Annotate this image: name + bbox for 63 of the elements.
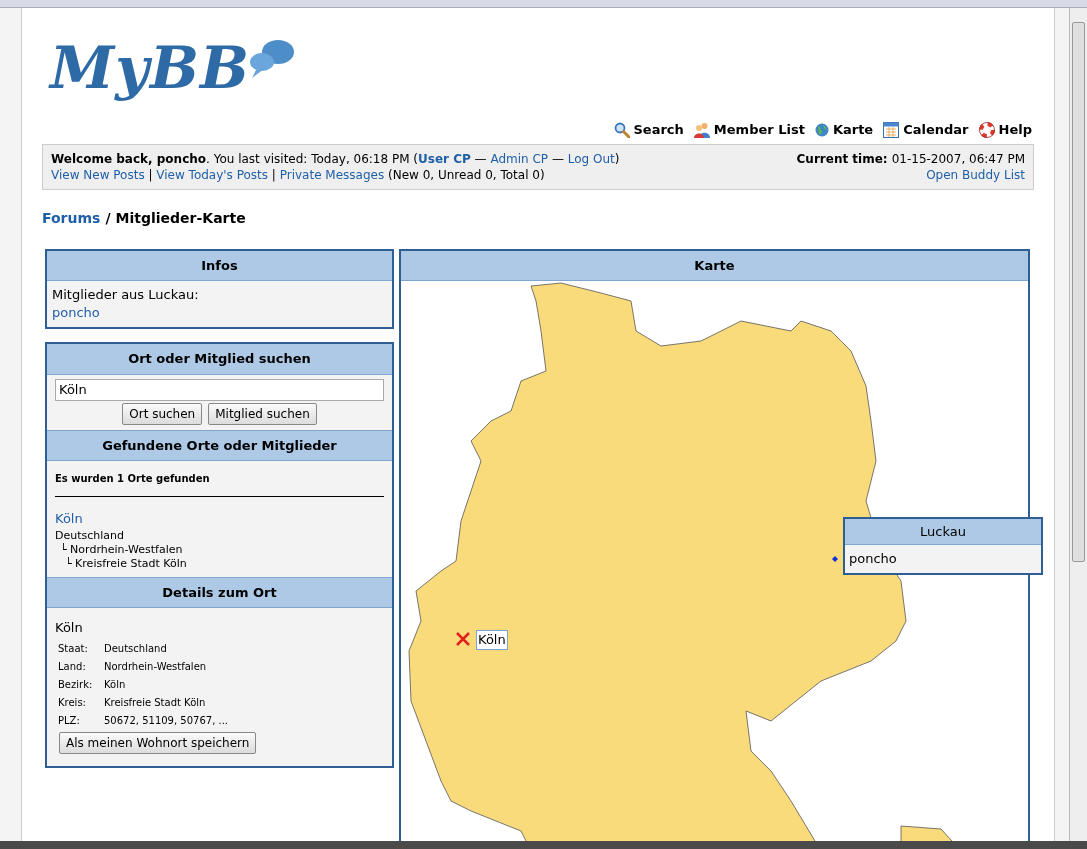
breadcrumb-separator: /: [105, 208, 111, 228]
search-icon: [613, 121, 630, 138]
detail-value: Köln: [104, 677, 126, 692]
link[interactable]: Private Messages: [279, 166, 385, 183]
place-name: Köln: [55, 619, 84, 637]
globe-icon: [814, 122, 829, 137]
time-value: 01-15-2007, 06:47 PM: [891, 150, 1025, 167]
location-marker-icon: [455, 630, 471, 647]
buddy-list-link[interactable]: Open Buddy List: [926, 166, 1025, 183]
nav-link[interactable]: Help: [978, 120, 1032, 140]
logo: MyBB: [50, 36, 250, 100]
link[interactable]: User CP: [418, 150, 471, 167]
status-text: (New 0, Unread 0, Total 0): [387, 166, 545, 183]
link[interactable]: Log Out: [567, 150, 615, 167]
status-text: —: [550, 150, 565, 167]
link[interactable]: Admin CP: [490, 150, 549, 167]
time-label: Current time:: [796, 150, 888, 167]
nav-link[interactable]: Karte: [814, 120, 874, 140]
speech-bubble-icon: [247, 38, 296, 78]
member-link[interactable]: poncho: [52, 305, 100, 320]
panel-header: Gefundene Orte oder Mitglieder: [47, 430, 392, 461]
popup-title: Luckau: [845, 518, 1041, 545]
detail-label: Land:: [58, 659, 87, 674]
search-field[interactable]: Köln: [55, 378, 384, 401]
detail-label: PLZ:: [58, 713, 81, 728]
detail-value: Deutschland: [104, 641, 167, 656]
nav-link[interactable]: Member List: [693, 120, 805, 140]
status-text: ): [614, 150, 620, 167]
panel-header: Details zum Ort: [47, 577, 392, 608]
place-link[interactable]: Köln: [55, 511, 83, 526]
tree-item: └ Nordrhein-Westfalen: [60, 542, 184, 557]
breadcrumb-link[interactable]: Forums: [42, 207, 101, 229]
link[interactable]: View Today's Posts: [156, 166, 269, 183]
detail-label: Staat:: [58, 641, 89, 656]
detail-value: Nordrhein-Westfalen: [104, 659, 207, 674]
panel-header: Ort oder Mitglied suchen: [47, 344, 392, 375]
calendar-icon: [883, 121, 900, 138]
detail-value: Kreisfreie Stadt Köln: [104, 695, 206, 710]
status-text: |: [270, 166, 277, 183]
panel-header: Infos: [47, 250, 392, 281]
breadcrumb-current: Mitglieder-Karte: [115, 208, 246, 228]
status-text: . You last visited: Today, 06:18 PM (: [206, 150, 419, 167]
nav-link[interactable]: Calendar: [883, 120, 969, 140]
search-button[interactable]: Mitglied suchen: [208, 402, 317, 425]
map-label: Köln: [476, 629, 508, 650]
results-summary: Es wurden 1 Orte gefunden: [55, 472, 211, 486]
nav-link[interactable]: Search: [613, 120, 684, 140]
search-button[interactable]: Ort suchen: [122, 402, 203, 425]
detail-label: Kreis:: [58, 695, 87, 710]
detail-label: Bezirk:: [58, 677, 94, 692]
lifebuoy-icon: [978, 121, 995, 138]
people-icon: [693, 121, 710, 138]
scrollbar[interactable]: [1069, 8, 1087, 841]
link[interactable]: View New Posts: [51, 166, 145, 183]
info-text: Mitglieder aus Luckau:: [52, 286, 200, 304]
detail-value: 50672, 51109, 50767, ...: [104, 713, 229, 728]
panel-header: Karte: [401, 250, 1028, 281]
tree-item: └ Kreisfreie Stadt Köln: [65, 556, 188, 571]
tree-item: Deutschland: [55, 528, 126, 543]
status-text: —: [473, 150, 488, 167]
member-link[interactable]: poncho: [845, 545, 1041, 573]
save-button[interactable]: Als meinen Wohnort speichern: [59, 731, 257, 754]
status-text: |: [147, 166, 154, 183]
